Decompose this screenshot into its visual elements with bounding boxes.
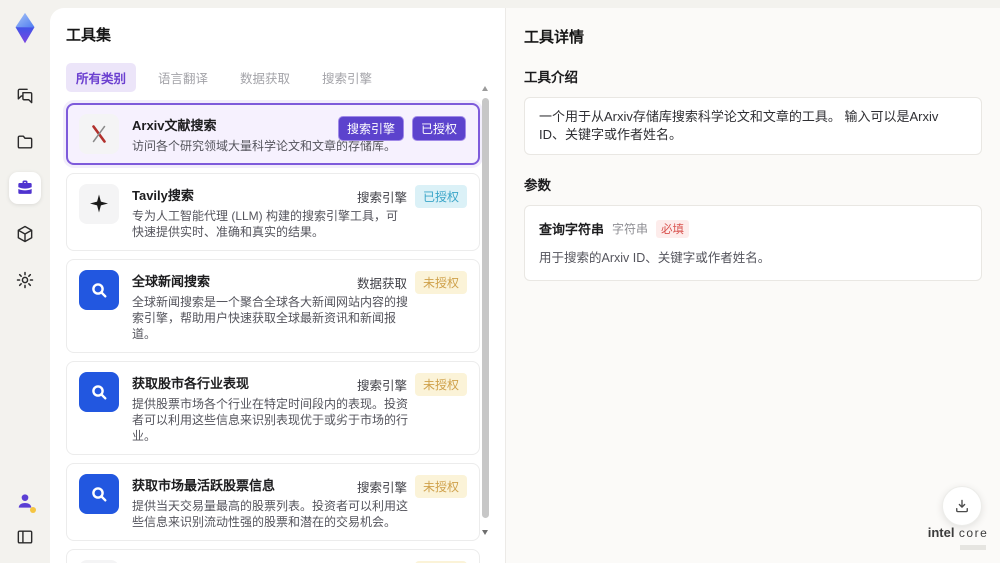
- tool-description: 提供股票市场各个行业在特定时间段内的表现。投资者可以利用这些信息来识别表现优于或…: [132, 397, 409, 443]
- sidebar-nav: [9, 80, 41, 296]
- status-dot: [30, 507, 36, 513]
- folder-icon[interactable]: [9, 126, 41, 158]
- sidebar-toggle-icon[interactable]: [11, 523, 39, 551]
- tool-card-sector-performance[interactable]: 获取股市各行业表现 提供股票市场各个行业在特定时间段内的表现。投资者可以利用这些…: [66, 361, 480, 455]
- category-label: 搜索引擎: [356, 191, 407, 205]
- tool-card-regional-news[interactable]: 万维地区新闻查询 查询具体行政区划内的新闻，快速了解各地新闻动 搜索引擎 未授权: [66, 549, 480, 563]
- tool-card-most-active-stocks[interactable]: 获取市场最活跃股票信息 提供当天交易量最高的股票列表。投资者可以利用这些信息来识…: [66, 463, 480, 541]
- auth-badge: 未授权: [414, 271, 467, 294]
- list-scrollbar[interactable]: [482, 86, 489, 555]
- tab-all-categories[interactable]: 所有类别: [66, 63, 137, 92]
- parameter-card: 查询字符串 字符串 必填 用于搜索的Arxiv ID、关键字或作者姓名。: [524, 205, 982, 281]
- toolbox-icon[interactable]: [9, 172, 41, 204]
- intel-core-logo: intel core: [926, 524, 990, 550]
- tab-search-engine[interactable]: 搜索引擎: [312, 63, 382, 92]
- tool-description: 专为人工智能代理 (LLM) 构建的搜索引擎工具，可快速提供实时、准确和真实的结…: [132, 209, 399, 239]
- brand-sub-bar: [960, 545, 986, 550]
- category-label: 数据获取: [356, 277, 407, 291]
- tab-data-fetch[interactable]: 数据获取: [230, 63, 300, 92]
- param-required-badge: 必填: [656, 219, 690, 238]
- scroll-down-icon[interactable]: [482, 530, 488, 535]
- page-title: 工具集: [66, 27, 112, 44]
- tool-list-pane: 工具集 所有类别 语言翻译 数据获取 搜索引擎 Arxiv文献搜索 访问各个研究…: [50, 8, 505, 563]
- auth-badge: 未授权: [414, 373, 467, 396]
- category-tabs: 所有类别 语言翻译 数据获取 搜索引擎: [66, 63, 489, 92]
- download-button[interactable]: [942, 486, 982, 526]
- category-badge: 搜索引擎: [337, 116, 404, 141]
- tool-description: 全球新闻搜索是一个聚合全球各大新闻网站内容的搜索引擎，帮助用户快速获取全球最新资…: [132, 295, 409, 341]
- intro-heading: 工具介绍: [524, 70, 578, 85]
- tool-intro-text: 一个用于从Arxiv存储库搜索科学论文和文章的工具。 输入可以是Arxiv ID…: [524, 97, 982, 155]
- main-content: 工具集 所有类别 语言翻译 数据获取 搜索引擎 Arxiv文献搜索 访问各个研究…: [50, 8, 1000, 563]
- param-type: 字符串: [612, 222, 649, 236]
- sidebar-bottom: [11, 487, 39, 551]
- tool-card-tavily[interactable]: Tavily搜索 专为人工智能代理 (LLM) 构建的搜索引擎工具，可快速提供实…: [66, 173, 480, 251]
- auth-badge: 已授权: [414, 185, 467, 208]
- arxiv-logo-icon: [79, 114, 119, 154]
- download-icon: [956, 499, 968, 513]
- auth-badge: 未授权: [414, 475, 467, 498]
- app-logo-icon[interactable]: [6, 10, 44, 48]
- tool-card-arxiv[interactable]: Arxiv文献搜索 访问各个研究领域大量科学论文和文章的存储库。 搜索引擎 已授…: [66, 103, 480, 165]
- tool-detail-pane: 工具详情 工具介绍 一个用于从Arxiv存储库搜索科学论文和文章的工具。 输入可…: [505, 8, 1000, 563]
- category-label: 搜索引擎: [356, 481, 407, 495]
- gear-icon[interactable]: [9, 264, 41, 296]
- tool-card-global-news[interactable]: 全球新闻搜索 全球新闻搜索是一个聚合全球各大新闻网站内容的搜索引擎，帮助用户快速…: [66, 259, 480, 353]
- chat-icon[interactable]: [9, 80, 41, 112]
- param-name: 查询字符串: [539, 222, 605, 237]
- scroll-up-icon[interactable]: [482, 86, 488, 91]
- cube-icon[interactable]: [9, 218, 41, 250]
- search-icon: [79, 474, 119, 514]
- auth-badge: 已授权: [411, 116, 466, 141]
- sidebar: [0, 0, 50, 563]
- param-description: 用于搜索的Arxiv ID、关键字或作者姓名。: [539, 251, 771, 265]
- brand-core: core: [958, 526, 989, 540]
- search-icon: [79, 270, 119, 310]
- brand-intel: intel: [927, 525, 955, 540]
- tab-language-translation[interactable]: 语言翻译: [148, 63, 218, 92]
- sparkle-star-icon: [79, 184, 119, 224]
- params-heading: 参数: [524, 178, 551, 193]
- search-icon: [79, 372, 119, 412]
- tool-card-list: Arxiv文献搜索 访问各个研究领域大量科学论文和文章的存储库。 搜索引擎 已授…: [66, 103, 480, 563]
- app-window: 工具集 所有类别 语言翻译 数据获取 搜索引擎 Arxiv文献搜索 访问各个研究…: [0, 0, 1000, 563]
- category-label: 搜索引擎: [356, 379, 407, 393]
- tool-description: 提供当天交易量最高的股票列表。投资者可以利用这些信息来识别流动性强的股票和潜在的…: [132, 499, 409, 529]
- detail-title: 工具详情: [524, 29, 585, 46]
- scrollbar-thumb[interactable]: [482, 98, 489, 518]
